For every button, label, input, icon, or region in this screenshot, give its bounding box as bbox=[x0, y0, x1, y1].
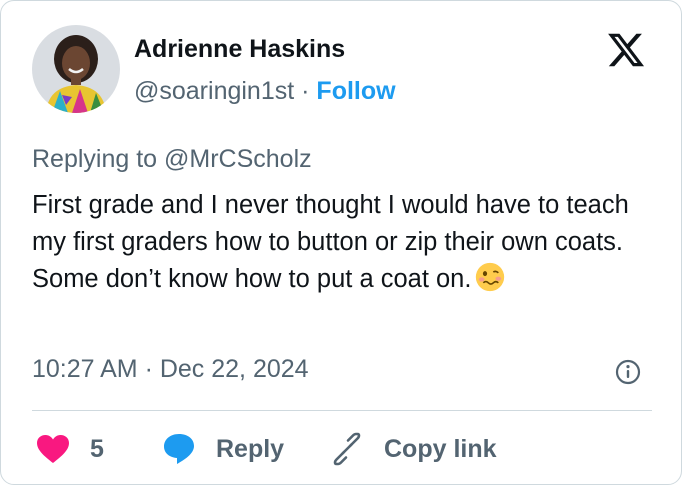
author-handle-row: @soaringin1st · Follow bbox=[134, 77, 396, 106]
copy-link-button[interactable]: Copy link bbox=[330, 431, 497, 467]
tweet-body: First grade and I never thought I would … bbox=[32, 191, 629, 293]
link-icon bbox=[333, 432, 361, 466]
woozy-face-emoji bbox=[476, 262, 505, 292]
like-count: 5 bbox=[90, 434, 104, 463]
tweet-timestamp[interactable]: 10:27 AM · Dec 22, 2024 bbox=[32, 355, 309, 384]
follow-button[interactable]: Follow bbox=[316, 77, 395, 105]
avatar[interactable] bbox=[32, 25, 120, 113]
separator-dot: · bbox=[301, 77, 310, 105]
embedded-tweet-card: Adrienne Haskins @soaringin1st · Follow … bbox=[0, 0, 682, 485]
author-name[interactable]: Adrienne Haskins bbox=[134, 35, 345, 64]
actions-divider bbox=[32, 410, 652, 411]
x-logo-icon[interactable] bbox=[605, 30, 647, 70]
reply-button[interactable]: Reply bbox=[162, 431, 284, 467]
heart-icon bbox=[37, 435, 69, 463]
copy-link-label: Copy link bbox=[384, 434, 497, 463]
like-button[interactable]: 5 bbox=[36, 431, 104, 467]
reply-bubble-icon bbox=[164, 434, 194, 464]
tweet-text: First grade and I never thought I would … bbox=[32, 187, 657, 298]
author-handle[interactable]: @soaringin1st bbox=[134, 77, 294, 105]
replying-to[interactable]: Replying to @MrCScholz bbox=[32, 145, 312, 174]
reply-label: Reply bbox=[216, 434, 285, 463]
info-icon[interactable] bbox=[614, 358, 642, 386]
